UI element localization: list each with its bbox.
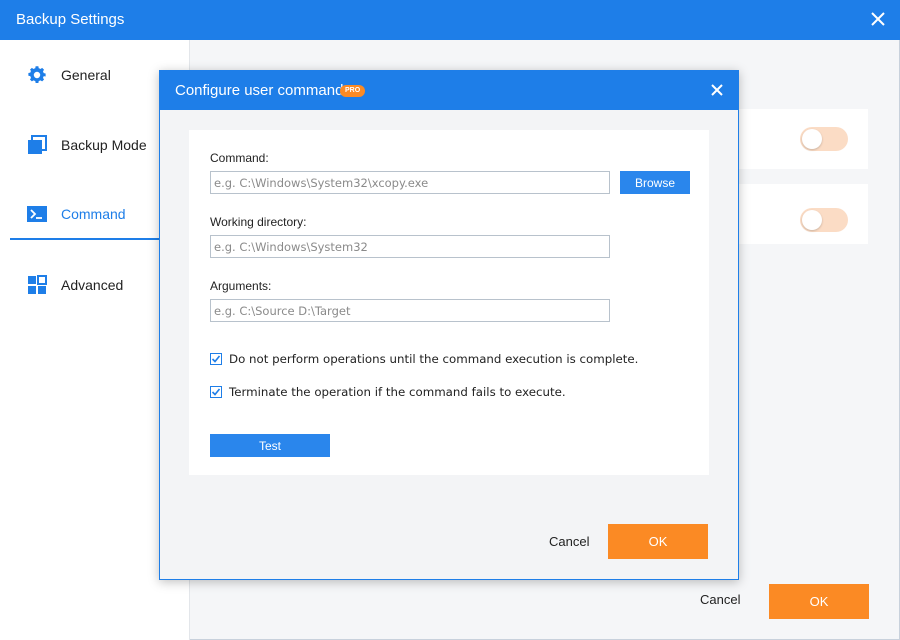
sidebar-item-command[interactable]: Command xyxy=(10,190,160,240)
configure-command-dialog: Configure user command PRO Command: Brow… xyxy=(159,70,739,580)
sidebar-item-label: Advanced xyxy=(61,277,124,293)
grid-icon xyxy=(26,274,48,296)
dialog-ok-button[interactable]: OK xyxy=(608,524,708,559)
window-titlebar: Backup Settings xyxy=(0,0,900,40)
checkbox-checked-icon xyxy=(210,353,222,365)
command-input[interactable] xyxy=(210,171,610,194)
close-icon[interactable] xyxy=(868,9,888,29)
pro-badge: PRO xyxy=(340,85,366,97)
terminate-on-fail-checkbox[interactable]: Terminate the operation if the command f… xyxy=(210,385,566,399)
gear-icon xyxy=(26,64,48,86)
checkbox-checked-icon xyxy=(210,386,222,398)
toggle-knob xyxy=(802,210,822,230)
ok-button[interactable]: OK xyxy=(769,584,869,619)
terminal-icon xyxy=(26,203,48,225)
dialog-titlebar: Configure user command PRO xyxy=(160,71,738,110)
sidebar-item-advanced[interactable]: Advanced xyxy=(10,260,160,310)
checkbox-label: Do not perform operations until the comm… xyxy=(229,352,639,366)
close-icon[interactable] xyxy=(708,81,726,99)
wait-for-command-checkbox[interactable]: Do not perform operations until the comm… xyxy=(210,352,638,366)
sidebar-item-general[interactable]: General xyxy=(10,50,160,100)
working-directory-input[interactable] xyxy=(210,235,610,258)
sidebar-item-label: General xyxy=(61,67,111,83)
sidebar-item-label: Command xyxy=(61,206,126,222)
arguments-label: Arguments: xyxy=(210,279,272,293)
backup-mode-icon xyxy=(26,134,48,156)
browse-button[interactable]: Browse xyxy=(620,171,690,194)
command-label: Command: xyxy=(210,151,269,165)
cancel-button[interactable]: Cancel xyxy=(700,592,740,607)
test-button[interactable]: Test xyxy=(210,434,330,457)
arguments-input[interactable] xyxy=(210,299,610,322)
dialog-title: Configure user command xyxy=(175,82,344,99)
sidebar-item-backup-mode[interactable]: Backup Mode xyxy=(10,120,160,170)
dialog-cancel-button[interactable]: Cancel xyxy=(549,534,589,549)
command-form-panel: Command: Browse Working directory: Argum… xyxy=(189,130,709,475)
toggle-switch[interactable] xyxy=(800,127,848,151)
window-title: Backup Settings xyxy=(16,11,125,28)
sidebar-item-label: Backup Mode xyxy=(61,137,147,153)
working-directory-label: Working directory: xyxy=(210,215,307,229)
toggle-knob xyxy=(802,129,822,149)
toggle-switch[interactable] xyxy=(800,208,848,232)
checkbox-label: Terminate the operation if the command f… xyxy=(229,385,566,399)
